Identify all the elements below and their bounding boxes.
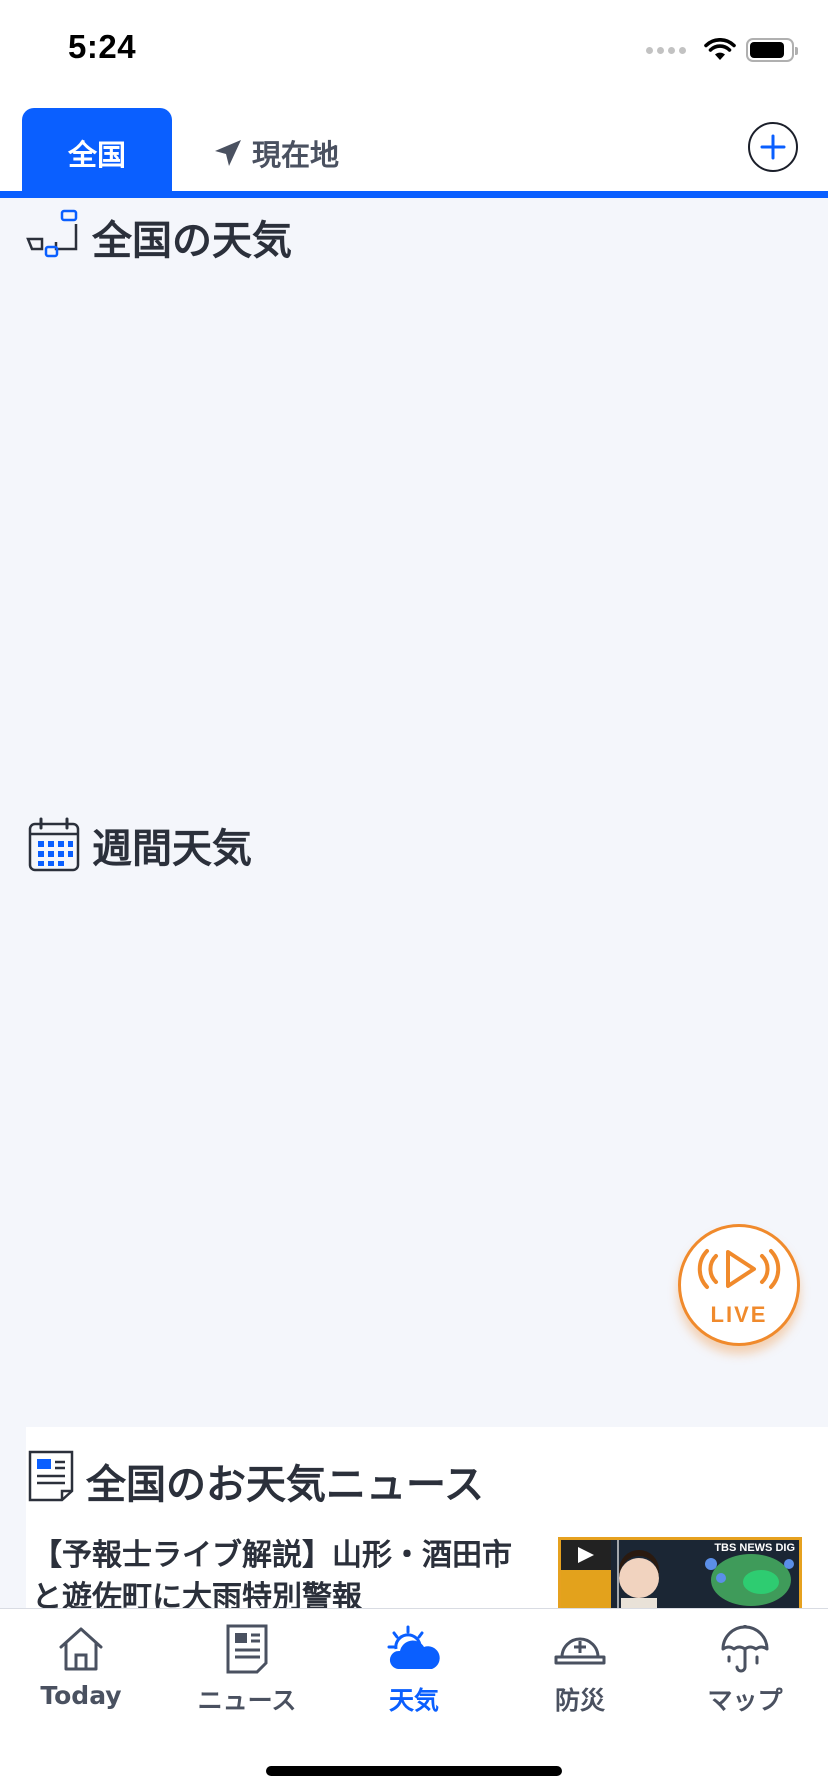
weather-news-heading: 全国のお天気ニュース: [26, 1449, 484, 1513]
nav-news-label: ニュース: [197, 1686, 297, 1715]
tab-national-label: 全国: [67, 138, 126, 172]
live-broadcast-icon: [697, 1249, 781, 1289]
national-weather-title: 全国の天気: [92, 218, 292, 264]
plus-icon: [760, 134, 786, 160]
helmet-icon: [554, 1637, 606, 1665]
nav-disaster-prevention[interactable]: 防災: [505, 1623, 655, 1733]
main-content[interactable]: 全国の天気 週間天気 LIVE: [0, 198, 828, 1608]
tab-current-location-label: 現在地: [252, 138, 340, 172]
signal-icon: [646, 46, 686, 54]
location-arrow-icon: [215, 140, 241, 166]
nav-news[interactable]: ニュース: [172, 1623, 322, 1733]
nav-weather-label: 天気: [388, 1686, 439, 1715]
region-tab-bar: 全国 現在地: [0, 100, 828, 198]
home-indicator[interactable]: [266, 1766, 562, 1776]
live-button[interactable]: LIVE: [678, 1224, 800, 1346]
newspaper-icon: [226, 1624, 268, 1674]
weather-icon: [387, 1625, 440, 1669]
nav-today-label: Today: [40, 1681, 122, 1710]
battery-icon: [746, 38, 798, 62]
weekly-weather-heading: 週間天気: [26, 816, 252, 874]
tab-national[interactable]: 全国: [22, 108, 172, 198]
home-icon: [59, 1627, 103, 1671]
live-label: LIVE: [710, 1302, 768, 1327]
status-bar: 5:24: [0, 0, 828, 100]
status-icons: [646, 36, 798, 64]
nav-weather[interactable]: 天気: [339, 1623, 489, 1733]
wifi-icon: [704, 38, 736, 60]
nav-map[interactable]: マップ: [670, 1623, 820, 1733]
bottom-tab-bar: Today ニュース 天気 防災 マップ: [0, 1608, 828, 1792]
status-time: 5:24: [68, 28, 137, 65]
nav-map-label: マップ: [707, 1686, 783, 1715]
calendar-icon: [26, 817, 82, 873]
news-headline: 【予報士ライブ解説】山形・酒田市 と遊佐町に大雨特別警報: [32, 1538, 512, 1615]
news-thumb-brand: TBS NEWS DIG: [714, 1542, 795, 1554]
nav-disaster-prevention-label: 防災: [554, 1686, 605, 1715]
weather-news-title: 全国のお天気ニュース: [86, 1462, 484, 1508]
nav-today[interactable]: Today: [6, 1623, 156, 1733]
weekly-weather-title: 週間天気: [92, 826, 252, 872]
national-weather-heading: 全国の天気: [26, 208, 292, 266]
tab-current-location[interactable]: 現在地: [212, 108, 372, 198]
newspaper-icon: [26, 1449, 76, 1513]
japan-map-icon: [26, 209, 82, 265]
add-location-button[interactable]: [748, 122, 798, 172]
umbrella-map-icon: [721, 1625, 769, 1673]
